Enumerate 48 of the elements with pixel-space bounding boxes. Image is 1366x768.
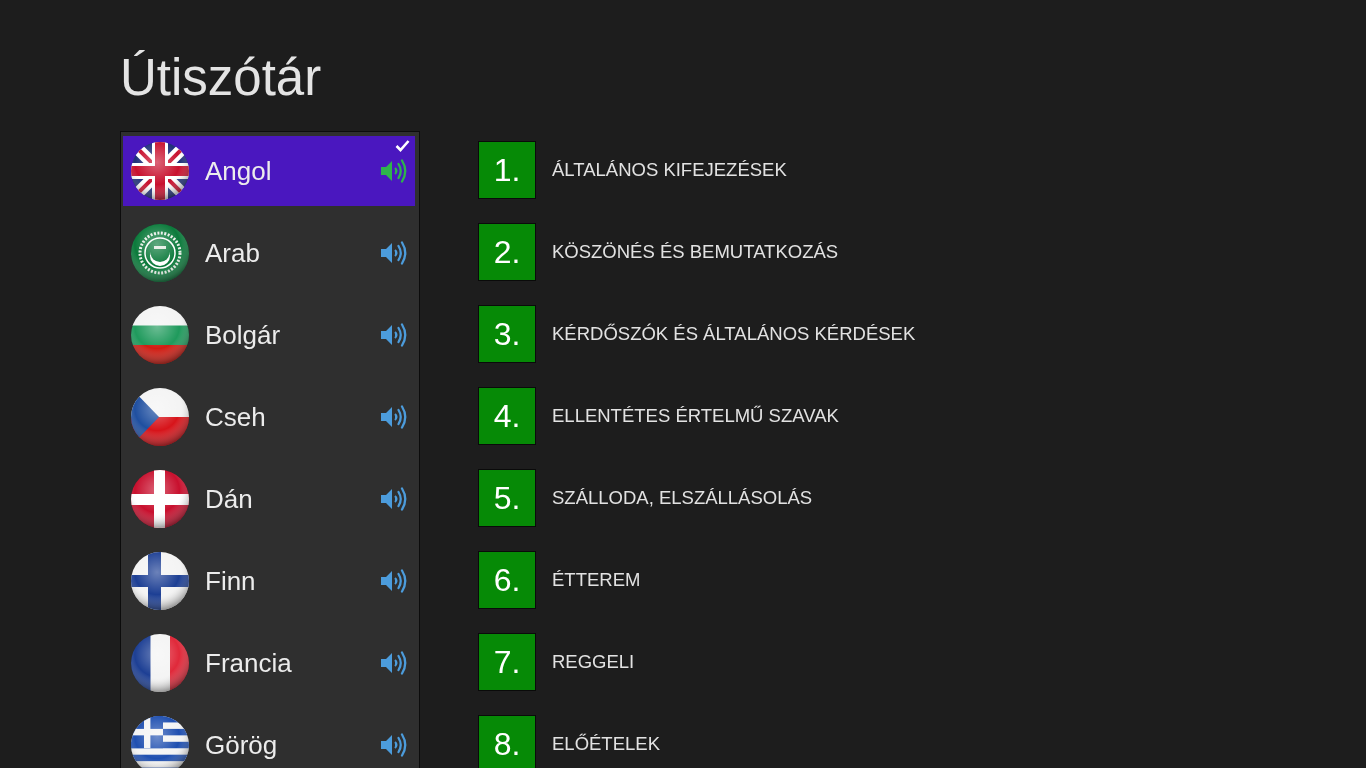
- number-tile: 6.: [478, 551, 536, 609]
- topic-label[interactable]: SZÁLLODA, ELSZÁLLÁSOLÁS: [552, 486, 813, 510]
- page-title: Útiszótár: [120, 48, 322, 108]
- speaker-icon[interactable]: [380, 650, 408, 676]
- topic-label[interactable]: KÉRDŐSZÓK ÉS ÁLTALÁNOS KÉRDÉSEK: [552, 322, 916, 346]
- language-list-item[interactable]: Dán: [123, 464, 415, 534]
- language-list-item[interactable]: Finn: [123, 546, 415, 616]
- language-name: Francia: [205, 647, 292, 679]
- number-tile: 5.: [478, 469, 536, 527]
- danish-flag-icon: [131, 470, 189, 528]
- topic-label[interactable]: ÉTTEREM: [552, 568, 641, 592]
- french-flag-icon: [131, 634, 189, 692]
- language-list-item[interactable]: Cseh: [123, 382, 415, 452]
- language-list-item[interactable]: Arab: [123, 218, 415, 288]
- language-name: Görög: [205, 729, 278, 761]
- speaker-icon[interactable]: [380, 240, 408, 266]
- language-name: Arab: [205, 237, 260, 269]
- language-name: Dán: [205, 483, 253, 515]
- topic-label[interactable]: ELLENTÉTES ÉRTELMŰ SZAVAK: [552, 404, 839, 428]
- greek-flag-icon: [131, 716, 189, 768]
- number-tile: 7.: [478, 633, 536, 691]
- speaker-icon[interactable]: [380, 322, 408, 348]
- number-tile: 3.: [478, 305, 536, 363]
- language-list-item[interactable]: Francia: [123, 628, 415, 698]
- topic-label[interactable]: KÖSZÖNÉS ÉS BEMUTATKOZÁS: [552, 240, 839, 264]
- finnish-flag-icon: [131, 552, 189, 610]
- topic-label[interactable]: ÁLTALÁNOS KIFEJEZÉSEK: [552, 158, 787, 182]
- speaker-icon[interactable]: [380, 486, 408, 512]
- speaker-icon[interactable]: [380, 158, 408, 184]
- language-name: Bolgár: [205, 319, 281, 351]
- language-list-item[interactable]: Görög: [123, 710, 415, 768]
- language-list-item[interactable]: Angol: [123, 136, 415, 206]
- topic-label[interactable]: REGGELI: [552, 650, 635, 674]
- speaker-icon[interactable]: [380, 404, 408, 430]
- language-name: Angol: [205, 155, 272, 187]
- language-list-item[interactable]: Bolgár: [123, 300, 415, 370]
- topic-label[interactable]: ELŐÉTELEK: [552, 732, 660, 756]
- language-name: Finn: [205, 565, 256, 597]
- number-tile: 1.: [478, 141, 536, 199]
- number-tile: 8.: [478, 715, 536, 768]
- uk-flag-icon: [131, 142, 189, 200]
- language-name: Cseh: [205, 401, 266, 433]
- number-tile: 2.: [478, 223, 536, 281]
- speaker-icon[interactable]: [380, 568, 408, 594]
- check-icon: [395, 139, 410, 152]
- speaker-icon[interactable]: [380, 732, 408, 758]
- number-tile: 4.: [478, 387, 536, 445]
- arab-league-flag-icon: [131, 224, 189, 282]
